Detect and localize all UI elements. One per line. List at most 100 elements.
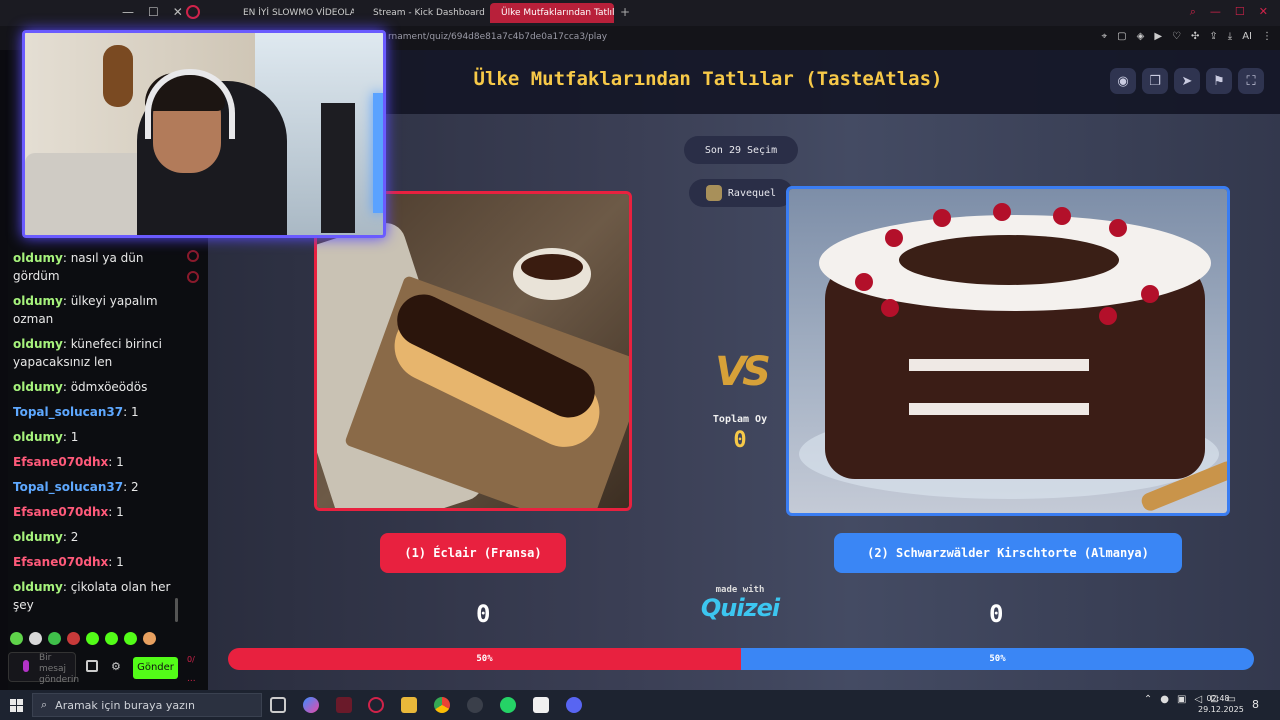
folder-icon[interactable] bbox=[401, 697, 417, 713]
copilot-icon[interactable] bbox=[303, 697, 319, 713]
opera-icon[interactable] bbox=[368, 697, 384, 713]
avatar bbox=[705, 185, 722, 201]
emote-icon[interactable] bbox=[10, 632, 23, 645]
vs-badge: VS bbox=[715, 349, 771, 395]
settings-icon[interactable] bbox=[187, 271, 199, 283]
chat-username[interactable]: oldumy bbox=[13, 530, 63, 544]
share-icon[interactable]: ⇪ bbox=[1209, 31, 1217, 42]
file-icon[interactable] bbox=[533, 697, 549, 713]
cake-cream-layer bbox=[909, 359, 1089, 371]
chrome-icon[interactable] bbox=[434, 697, 450, 713]
mic-icon[interactable] bbox=[23, 660, 29, 672]
notification-count: 8 bbox=[1252, 698, 1259, 711]
chat-text: 2 bbox=[127, 480, 139, 494]
chevron-up-icon[interactable]: ⌃ bbox=[1144, 694, 1152, 705]
emote-icon[interactable] bbox=[29, 632, 42, 645]
emote-icon[interactable] bbox=[105, 632, 118, 645]
close-icon[interactable]: ✕ bbox=[173, 5, 183, 19]
close-icon[interactable]: ✕ bbox=[1259, 5, 1268, 19]
download-icon[interactable]: ⤓ bbox=[1228, 31, 1232, 42]
flag-icon[interactable]: ⚑ bbox=[1206, 68, 1232, 94]
browser-tabbar: — ☐ ✕ EN İYİ SLOWMO VİDEOLA Stream - Kic… bbox=[0, 0, 1280, 26]
send-icon[interactable]: ➤ bbox=[1174, 68, 1200, 94]
chat-username[interactable]: Efsane070dhx bbox=[13, 555, 108, 569]
search-icon[interactable]: ⌕ bbox=[1190, 5, 1196, 19]
heart-icon[interactable]: ♡ bbox=[1172, 31, 1181, 42]
more-options-icon[interactable]: ... bbox=[187, 674, 196, 684]
char-counter: 0/ bbox=[187, 655, 195, 664]
gift-icon[interactable] bbox=[86, 660, 98, 672]
emote-row bbox=[10, 632, 156, 645]
cherry-icon bbox=[1099, 307, 1117, 325]
choice-card-right[interactable] bbox=[786, 186, 1230, 516]
chat-username[interactable]: oldumy bbox=[13, 337, 63, 351]
chat-scrollbar[interactable] bbox=[175, 598, 178, 622]
chat-username[interactable]: Topal_solucan37 bbox=[13, 480, 123, 494]
emote-icon[interactable] bbox=[48, 632, 61, 645]
start-button[interactable] bbox=[10, 699, 23, 712]
choice-button-right[interactable]: (2) Schwarzwälder Kirschtorte (Almanya) bbox=[834, 533, 1182, 573]
chat-username[interactable]: oldumy bbox=[13, 251, 63, 265]
tab-kick-dashboard[interactable]: Stream - Kick Dashboard bbox=[362, 3, 486, 23]
choice-card-left[interactable] bbox=[314, 191, 632, 511]
quizei-logo[interactable]: Quizei bbox=[694, 594, 786, 622]
chat-text: 2 bbox=[66, 530, 79, 544]
extensions-icon[interactable]: ✣ bbox=[1191, 31, 1199, 42]
gear-icon[interactable]: ⚙ bbox=[111, 660, 121, 673]
score-left: 0 bbox=[476, 600, 491, 628]
task-view-icon[interactable] bbox=[270, 697, 286, 713]
app-icon[interactable] bbox=[336, 697, 352, 713]
menu-icon[interactable]: ⋮ bbox=[1262, 31, 1272, 42]
emote-icon[interactable] bbox=[124, 632, 137, 645]
chat-username[interactable]: oldumy bbox=[13, 580, 63, 594]
round-badge: Son 29 Seçim bbox=[684, 136, 798, 164]
notification-icon[interactable]: 8 bbox=[1252, 698, 1259, 711]
fullscreen-icon[interactable]: ⛶ bbox=[1238, 68, 1264, 94]
chat-message: oldumy: 2 bbox=[13, 528, 178, 546]
minimize-icon[interactable]: — bbox=[122, 5, 134, 19]
chat-message: oldumy: ülkeyi yapalım ozman bbox=[13, 292, 178, 328]
chat-username[interactable]: oldumy bbox=[13, 294, 63, 308]
emote-icon[interactable] bbox=[67, 632, 80, 645]
shield-icon[interactable]: ◈ bbox=[1137, 31, 1145, 42]
emote-icon[interactable] bbox=[86, 632, 99, 645]
ai-button[interactable]: AI bbox=[1242, 31, 1252, 42]
tab-slowmo[interactable]: EN İYİ SLOWMO VİDEOLA bbox=[232, 3, 354, 23]
choice-button-left[interactable]: (1) Éclair (Fransa) bbox=[380, 533, 566, 573]
chat-message: Efsane070dhx: 1 bbox=[13, 453, 178, 471]
cherry-icon bbox=[885, 229, 903, 247]
pin-message-icon[interactable] bbox=[187, 250, 199, 262]
chat-message: oldumy: çikolata olan her şey bbox=[13, 578, 178, 614]
minimize-icon[interactable]: — bbox=[1210, 5, 1221, 19]
whatsapp-icon[interactable] bbox=[500, 697, 516, 713]
new-tab-button[interactable]: + bbox=[620, 5, 630, 19]
mic-icon[interactable]: ● bbox=[1160, 694, 1169, 705]
chat-username[interactable]: oldumy bbox=[13, 380, 63, 394]
chat-username[interactable]: oldumy bbox=[13, 430, 63, 444]
pin-icon[interactable]: ⌖ bbox=[1102, 31, 1108, 42]
chat-placeholder: Bir mesaj gönderin bbox=[39, 653, 80, 685]
send-button[interactable]: Gönder bbox=[133, 657, 178, 679]
browser-window-controls: ⌕ — ☐ ✕ bbox=[1190, 5, 1268, 19]
clock[interactable]: 02:48 29.12.2025 bbox=[1198, 693, 1244, 715]
snapshot-icon[interactable]: ▢ bbox=[1117, 31, 1126, 42]
discord-icon[interactable] bbox=[566, 697, 582, 713]
camera-icon[interactable]: ▣ bbox=[1177, 694, 1186, 705]
eye-icon[interactable]: ◉ bbox=[1110, 68, 1136, 94]
url-field[interactable]: rnament/quiz/694d8e81a7c4b7de0a17cca3/pl… bbox=[388, 32, 607, 42]
taskbar-search[interactable]: ⌕ Aramak için buraya yazın bbox=[32, 693, 262, 717]
maximize-icon[interactable]: ☐ bbox=[1235, 5, 1245, 19]
chat-username[interactable]: Topal_solucan37 bbox=[13, 405, 123, 419]
app-icon[interactable] bbox=[467, 697, 483, 713]
maximize-icon[interactable]: ☐ bbox=[148, 5, 159, 19]
opera-logo-icon[interactable] bbox=[186, 5, 200, 19]
chat-username[interactable]: Efsane070dhx bbox=[13, 455, 108, 469]
copy-icon[interactable]: ❐ bbox=[1142, 68, 1168, 94]
emote-icon[interactable] bbox=[143, 632, 156, 645]
chat-input[interactable]: Bir mesaj gönderin bbox=[8, 652, 79, 685]
play-icon[interactable]: ▶ bbox=[1154, 31, 1162, 42]
progress-right: 50% bbox=[741, 648, 1254, 670]
chat-username[interactable]: Efsane070dhx bbox=[13, 505, 108, 519]
total-votes-label: Toplam Oy bbox=[712, 414, 768, 425]
tab-quiz[interactable]: Ülke Mutfaklarından Tatlıla bbox=[490, 3, 614, 23]
